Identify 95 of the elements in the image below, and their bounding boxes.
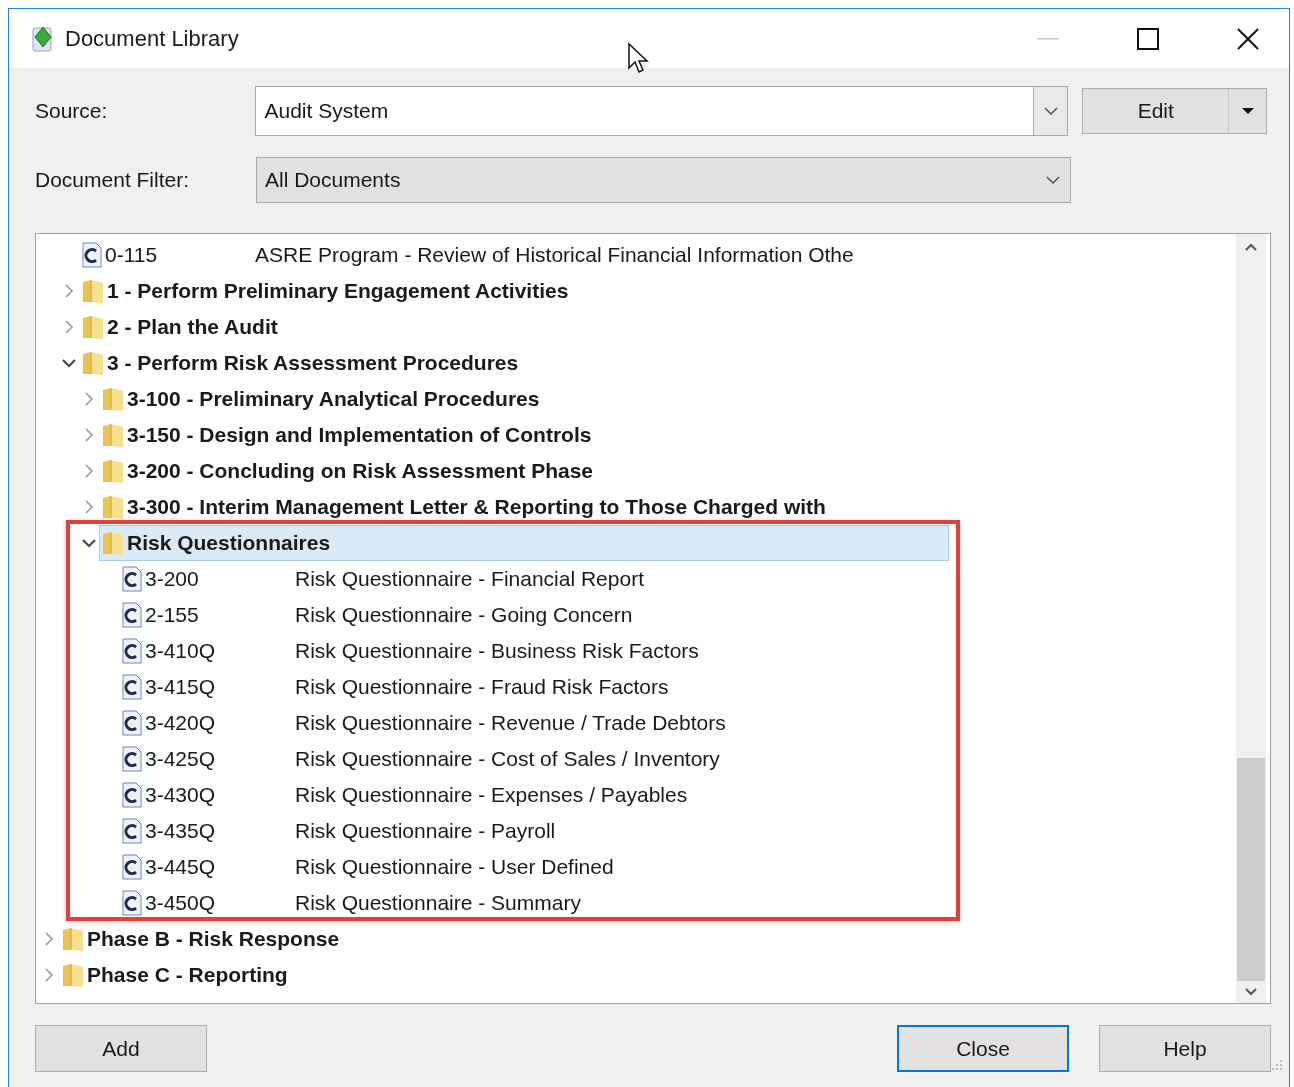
document-title: ASRE Program - Review of Historical Financial Information Othe bbox=[255, 243, 854, 267]
filter-combobox[interactable]: All Documents bbox=[256, 157, 1071, 203]
document-icon bbox=[82, 242, 102, 268]
chevron-right-icon[interactable] bbox=[64, 283, 74, 299]
chevron-down-icon bbox=[1043, 107, 1058, 115]
tree-item[interactable]: Phase C - Reporting bbox=[59, 957, 949, 993]
dropdown-button[interactable] bbox=[1033, 87, 1068, 135]
document-code: 3-450Q bbox=[145, 891, 217, 915]
folder-icon bbox=[62, 962, 84, 988]
document-title: Risk Questionnaire - User Defined bbox=[295, 855, 614, 879]
caret-icon bbox=[1240, 107, 1255, 115]
scroll-down-icon[interactable] bbox=[1244, 987, 1258, 997]
document-code: 3-445Q bbox=[145, 855, 217, 879]
document-title: Risk Questionnaire - Business Risk Factors bbox=[295, 639, 699, 663]
folder-icon bbox=[102, 494, 124, 520]
folder-icon bbox=[82, 350, 104, 376]
dialog-button[interactable]: Add bbox=[35, 1025, 207, 1072]
chevron-right-icon[interactable] bbox=[84, 391, 94, 407]
document-title: Risk Questionnaire - Summary bbox=[295, 891, 581, 915]
document-title: Risk Questionnaire - Expenses / Payables bbox=[295, 783, 688, 807]
tree-item[interactable]: 3-430Q Risk Questionnaire - Expenses / Payables bbox=[119, 777, 949, 813]
document-icon bbox=[122, 890, 142, 916]
chevron-down-icon[interactable] bbox=[61, 358, 77, 368]
document-icon bbox=[122, 674, 142, 700]
chevron-right-icon[interactable] bbox=[44, 967, 54, 983]
folder-icon bbox=[102, 422, 124, 448]
tree-item[interactable]: 3-450Q Risk Questionnaire - Summary bbox=[119, 885, 949, 921]
tree-item[interactable]: 0-115 ASRE Program - Review of Historical Financial Information Othe bbox=[79, 237, 949, 273]
tree-item[interactable]: 3-445Q Risk Questionnaire - User Defined bbox=[119, 849, 949, 885]
maximize-icon[interactable] bbox=[1137, 27, 1159, 50]
document-icon bbox=[122, 710, 142, 736]
folder-icon bbox=[102, 530, 124, 556]
folder-icon bbox=[82, 278, 104, 304]
document-icon bbox=[122, 854, 142, 880]
tree-item[interactable]: 3-425Q Risk Questionnaire - Cost of Sales / Inventory bbox=[119, 741, 949, 777]
tree-item[interactable]: 3-150 - Design and Implementation of Controls bbox=[99, 417, 949, 453]
tree-item[interactable]: 3-300 - Interim Management Letter & Reporting to Those Charged with bbox=[99, 489, 949, 525]
resize-grip-icon[interactable] bbox=[1271, 1059, 1283, 1071]
folder-icon bbox=[102, 458, 124, 484]
chevron-down-icon[interactable] bbox=[81, 538, 97, 548]
chevron-right-icon[interactable] bbox=[44, 931, 54, 947]
close-icon[interactable] bbox=[1237, 27, 1259, 50]
tree-item[interactable]: Risk Questionnaires bbox=[99, 525, 949, 561]
document-icon bbox=[122, 638, 142, 664]
tree-item[interactable]: 3-200 Risk Questionnaire - Financial Report bbox=[119, 561, 949, 597]
folder-icon bbox=[102, 386, 124, 412]
document-code: 2-155 bbox=[145, 603, 200, 627]
edit-split-button[interactable]: Edit bbox=[1082, 88, 1267, 134]
chevron-right-icon[interactable] bbox=[84, 427, 94, 443]
document-code: 3-200 bbox=[145, 567, 200, 591]
tree-item[interactable]: Phase B - Risk Response bbox=[59, 921, 949, 957]
dialog-button[interactable]: Help bbox=[1099, 1025, 1271, 1072]
vertical-scrollbar[interactable] bbox=[1236, 234, 1266, 1003]
document-title: Risk Questionnaire - Revenue / Trade Debtors bbox=[295, 711, 726, 735]
tree-item[interactable]: 3-200 - Concluding on Risk Assessment Phase bbox=[99, 453, 949, 489]
window-title: Document Library bbox=[65, 25, 239, 52]
document-icon bbox=[122, 818, 142, 844]
document-code: 3-415Q bbox=[145, 675, 217, 699]
tree-item[interactable]: 3-435Q Risk Questionnaire - Payroll bbox=[119, 813, 949, 849]
tree-item[interactable]: 1 - Perform Preliminary Engagement Activities bbox=[79, 273, 949, 309]
document-code: 0-115 bbox=[105, 243, 159, 267]
source-combobox[interactable]: Audit System bbox=[255, 86, 1069, 136]
document-icon bbox=[122, 602, 142, 628]
chevron-right-icon[interactable] bbox=[64, 319, 74, 335]
chevron-right-icon[interactable] bbox=[84, 463, 94, 479]
document-code: 3-420Q bbox=[145, 711, 217, 735]
filter-label: Document Filter: bbox=[35, 168, 191, 192]
tree-item[interactable]: 3 - Perform Risk Assessment Procedures bbox=[79, 345, 949, 381]
chevron-down-icon bbox=[1046, 176, 1060, 184]
tree-item[interactable]: 3-100 - Preliminary Analytical Procedures bbox=[99, 381, 949, 417]
dialog-button[interactable]: Close bbox=[897, 1025, 1069, 1072]
document-code: 3-425Q bbox=[145, 747, 217, 771]
app-icon bbox=[31, 24, 55, 53]
tree-item[interactable]: 3-420Q Risk Questionnaire - Revenue / Trade Debtors bbox=[119, 705, 949, 741]
document-title: Risk Questionnaire - Going Concern bbox=[295, 603, 633, 627]
document-icon bbox=[122, 782, 142, 808]
document-title: Risk Questionnaire - Fraud Risk Factors bbox=[295, 675, 669, 699]
scroll-thumb[interactable] bbox=[1237, 758, 1265, 981]
document-icon bbox=[122, 566, 142, 592]
tree-item[interactable]: 3-410Q Risk Questionnaire - Business Risk Factors bbox=[119, 633, 949, 669]
tree-item[interactable]: 2-155 Risk Questionnaire - Going Concern bbox=[119, 597, 949, 633]
chevron-right-icon[interactable] bbox=[84, 499, 94, 515]
document-title: Risk Questionnaire - Financial Report bbox=[295, 567, 644, 591]
source-label: Source: bbox=[35, 99, 109, 123]
tree-item[interactable]: 2 - Plan the Audit bbox=[79, 309, 949, 345]
document-code: 3-430Q bbox=[145, 783, 217, 807]
scroll-up-icon[interactable] bbox=[1244, 242, 1258, 252]
document-code: 3-410Q bbox=[145, 639, 217, 663]
document-icon bbox=[122, 746, 142, 772]
folder-icon bbox=[82, 314, 104, 340]
document-title: Risk Questionnaire - Payroll bbox=[295, 819, 556, 843]
document-title: Risk Questionnaire - Cost of Sales / Inventory bbox=[295, 747, 720, 771]
document-code: 3-435Q bbox=[145, 819, 217, 843]
folder-icon bbox=[62, 926, 84, 952]
tree-item[interactable]: 3-415Q Risk Questionnaire - Fraud Risk Factors bbox=[119, 669, 949, 705]
